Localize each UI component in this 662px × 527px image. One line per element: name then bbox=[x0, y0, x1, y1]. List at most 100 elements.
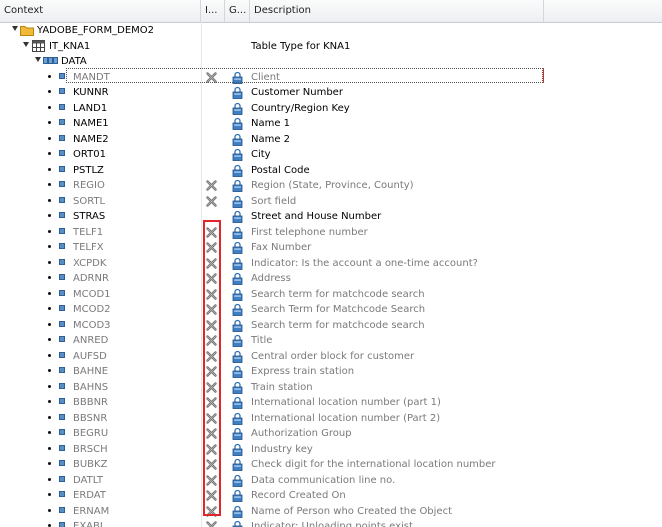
lock-icon[interactable] bbox=[232, 71, 243, 84]
lock-icon[interactable] bbox=[232, 195, 243, 208]
lock-icon[interactable] bbox=[232, 102, 243, 115]
x-cross-icon[interactable] bbox=[205, 303, 218, 316]
x-cross-icon[interactable] bbox=[205, 288, 218, 301]
lock-icon[interactable] bbox=[232, 396, 243, 409]
lock-icon[interactable] bbox=[232, 303, 243, 316]
lock-icon[interactable] bbox=[232, 272, 243, 285]
expand-toggle-icon[interactable] bbox=[23, 41, 29, 47]
x-cross-icon[interactable] bbox=[205, 226, 218, 239]
tree-node-field-mcod3[interactable]: MCOD3 Search term for matchcode search bbox=[0, 318, 662, 334]
lock-icon[interactable] bbox=[232, 117, 243, 130]
tree-node-field-adrnr[interactable]: ADRNR Address bbox=[0, 271, 662, 287]
x-cross-icon[interactable] bbox=[205, 319, 218, 332]
x-cross-icon[interactable] bbox=[205, 179, 218, 192]
tree-bullet bbox=[48, 229, 51, 233]
expand-toggle-icon[interactable] bbox=[35, 57, 41, 62]
x-cross-icon[interactable] bbox=[205, 412, 218, 425]
lock-icon[interactable] bbox=[232, 179, 243, 192]
x-cross-icon[interactable] bbox=[205, 195, 218, 208]
x-cross-icon[interactable] bbox=[205, 257, 218, 270]
tree-node-field-stras[interactable]: STRAS Street and House Number bbox=[0, 209, 662, 225]
tree-bullet bbox=[48, 508, 51, 512]
tree-node-field-bahns[interactable]: BAHNS Train station bbox=[0, 380, 662, 396]
tree-node-field-xcpdk[interactable]: XCPDK Indicator: Is the account a one-tim… bbox=[0, 256, 662, 272]
lock-icon[interactable] bbox=[232, 520, 243, 527]
x-cross-icon[interactable] bbox=[205, 505, 218, 518]
column-header-description[interactable]: Description bbox=[250, 0, 544, 22]
lock-icon[interactable] bbox=[232, 458, 243, 471]
column-header-context[interactable]: Context bbox=[0, 0, 201, 22]
tree-node-field-sortl[interactable]: SORTL Sort field bbox=[0, 194, 662, 210]
lock-icon[interactable] bbox=[232, 365, 243, 378]
lock-icon[interactable] bbox=[232, 226, 243, 239]
lock-icon[interactable] bbox=[232, 133, 243, 146]
tree-node-field-anred[interactable]: ANRED Title bbox=[0, 333, 662, 349]
x-cross-icon[interactable] bbox=[205, 71, 218, 84]
x-cross-icon[interactable] bbox=[205, 272, 218, 285]
x-cross-icon[interactable] bbox=[205, 443, 218, 456]
tree-bullet bbox=[48, 431, 51, 434]
tree-node-field-telfx[interactable]: TELFX Fax Number bbox=[0, 240, 662, 256]
x-cross-icon[interactable] bbox=[205, 350, 218, 363]
x-cross-icon[interactable] bbox=[205, 427, 218, 440]
tree-node-field-brsch[interactable]: BRSCH Industry key bbox=[0, 442, 662, 458]
tree-node-field-mandt[interactable]: MANDT Client bbox=[0, 70, 662, 86]
lock-icon[interactable] bbox=[232, 489, 243, 502]
lock-icon[interactable] bbox=[232, 443, 243, 456]
tree-node-field-mcod1[interactable]: MCOD1 Search term for matchcode search bbox=[0, 287, 662, 303]
lock-icon[interactable] bbox=[232, 210, 243, 223]
x-cross-icon[interactable] bbox=[205, 520, 218, 527]
tree-node-field-land1[interactable]: LAND1 Country/Region Key bbox=[0, 101, 662, 117]
tree-node-field-bbbnr[interactable]: BBBNR International location number (part… bbox=[0, 395, 662, 411]
column-header-g[interactable]: G... bbox=[225, 0, 250, 22]
x-cross-icon[interactable] bbox=[205, 334, 218, 347]
tree-node-field-aufsd[interactable]: AUFSD Central order block for customer bbox=[0, 349, 662, 365]
x-cross-icon[interactable] bbox=[205, 474, 218, 487]
tree-node-field-name2[interactable]: NAME2 Name 2 bbox=[0, 132, 662, 148]
lock-icon[interactable] bbox=[232, 257, 243, 270]
tree-node-field-begru[interactable]: BEGRU Authorization Group bbox=[0, 426, 662, 442]
x-cross-icon[interactable] bbox=[205, 458, 218, 471]
tree-node-field-bahne[interactable]: BAHNE Express train station bbox=[0, 364, 662, 380]
tree-node-field-kunnr[interactable]: KUNNR Customer Number bbox=[0, 85, 662, 101]
lock-icon[interactable] bbox=[232, 427, 243, 440]
x-cross-icon[interactable] bbox=[205, 241, 218, 254]
tree-node-structure[interactable]: DATA bbox=[0, 54, 662, 70]
tree-node-field-pstlz[interactable]: PSTLZ Postal Code bbox=[0, 163, 662, 179]
lock-icon[interactable] bbox=[232, 164, 243, 177]
tree-node-field-regio[interactable]: REGIO Region (State, Province, County) bbox=[0, 178, 662, 194]
expand-toggle-icon[interactable] bbox=[12, 26, 18, 31]
column-header-i[interactable]: I... bbox=[201, 0, 225, 22]
tree-node-field-ort01[interactable]: ORT01 City bbox=[0, 147, 662, 163]
lock-icon[interactable] bbox=[232, 288, 243, 301]
tree-node-field-bbsnr[interactable]: BBSNR International location number (Part… bbox=[0, 411, 662, 427]
lock-icon[interactable] bbox=[232, 148, 243, 161]
x-cross-icon[interactable] bbox=[205, 381, 218, 394]
lock-icon[interactable] bbox=[232, 412, 243, 425]
tree-node-field-mcod2[interactable]: MCOD2 Search Term for Matchcode Search bbox=[0, 302, 662, 318]
field-description: Train station bbox=[251, 381, 313, 393]
field-name: BAHNS bbox=[73, 381, 109, 393]
x-cross-icon[interactable] bbox=[205, 489, 218, 502]
tree-node-field-exabl[interactable]: EXABL Indicator: Unloading points exist bbox=[0, 519, 662, 527]
lock-icon[interactable] bbox=[232, 319, 243, 332]
tree-node-field-datlt[interactable]: DATLT Data communication line no. bbox=[0, 473, 662, 489]
x-cross-icon[interactable] bbox=[205, 365, 218, 378]
lock-icon[interactable] bbox=[232, 505, 243, 518]
lock-icon[interactable] bbox=[232, 241, 243, 254]
tree-node-field-erdat[interactable]: ERDAT Record Created On bbox=[0, 488, 662, 504]
x-cross-icon[interactable] bbox=[205, 396, 218, 409]
tree-node-field-bubkz[interactable]: BUBKZ Check digit for the international l… bbox=[0, 457, 662, 473]
root-label: YADOBE_FORM_DEMO2 bbox=[37, 25, 155, 36]
lock-icon[interactable] bbox=[232, 86, 243, 99]
tree-node-field-name1[interactable]: NAME1 Name 1 bbox=[0, 116, 662, 132]
tree-node-field-ernam[interactable]: ERNAM Name of Person who Created the Obje… bbox=[0, 504, 662, 520]
field-icon bbox=[59, 165, 65, 172]
lock-icon[interactable] bbox=[232, 474, 243, 487]
lock-icon[interactable] bbox=[232, 381, 243, 394]
lock-icon[interactable] bbox=[232, 350, 243, 363]
tree-node-field-telf1[interactable]: TELF1 First telephone number bbox=[0, 225, 662, 241]
lock-icon[interactable] bbox=[232, 334, 243, 347]
tree-node-table[interactable]: IT_KNA1 Table Type for KNA1 bbox=[0, 39, 662, 55]
tree-node-root[interactable]: YADOBE_FORM_DEMO2 bbox=[0, 23, 662, 39]
